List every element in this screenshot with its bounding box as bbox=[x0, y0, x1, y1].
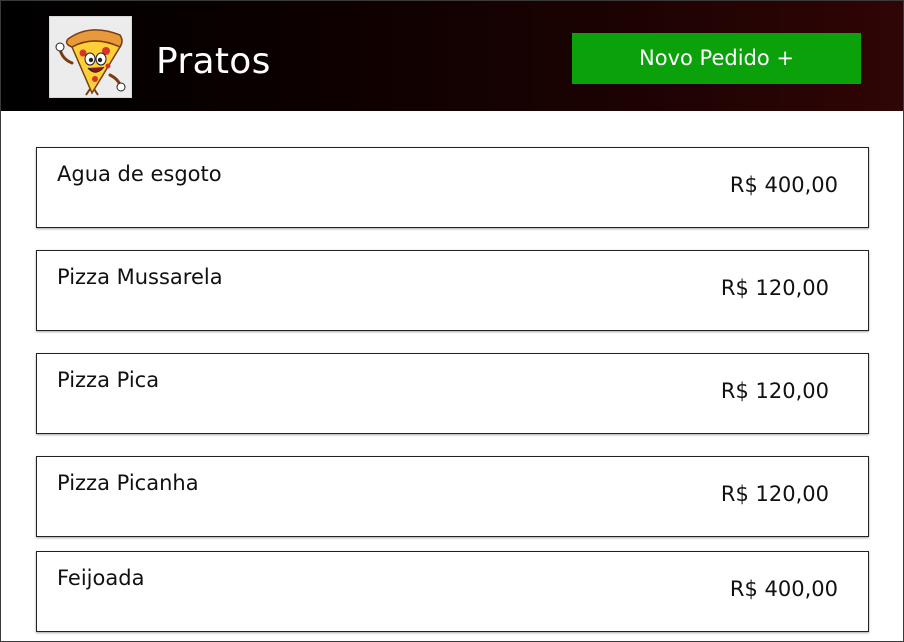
list-item[interactable]: Feijoada R$ 400,00 bbox=[36, 551, 869, 632]
list-item[interactable]: Agua de esgoto R$ 400,00 bbox=[36, 147, 869, 228]
dish-price: R$ 400,00 bbox=[729, 577, 838, 601]
new-order-button[interactable]: Novo Pedido + bbox=[572, 33, 861, 84]
pizza-mascot-icon bbox=[49, 16, 132, 98]
list-item[interactable]: Pizza Picanha R$ 120,00 bbox=[36, 456, 869, 537]
header-bar: Pratos Novo Pedido + bbox=[1, 1, 903, 111]
dish-price: R$ 120,00 bbox=[720, 482, 829, 506]
dish-name: Pizza Picanha bbox=[57, 471, 199, 495]
dish-name: Feijoada bbox=[57, 566, 145, 590]
dish-price: R$ 400,00 bbox=[729, 173, 838, 197]
dish-price: R$ 120,00 bbox=[720, 379, 829, 403]
app-window: Pratos Novo Pedido + Agua de esgoto R$ 4… bbox=[0, 0, 904, 642]
dish-name: Pizza Pica bbox=[57, 368, 160, 392]
list-item[interactable]: Pizza Pica R$ 120,00 bbox=[36, 353, 869, 434]
list-item[interactable]: Pizza Mussarela R$ 120,00 bbox=[36, 250, 869, 331]
dish-price: R$ 120,00 bbox=[720, 276, 829, 300]
page-title: Pratos bbox=[156, 41, 271, 82]
dish-name: Agua de esgoto bbox=[57, 162, 222, 186]
dish-name: Pizza Mussarela bbox=[57, 265, 223, 289]
